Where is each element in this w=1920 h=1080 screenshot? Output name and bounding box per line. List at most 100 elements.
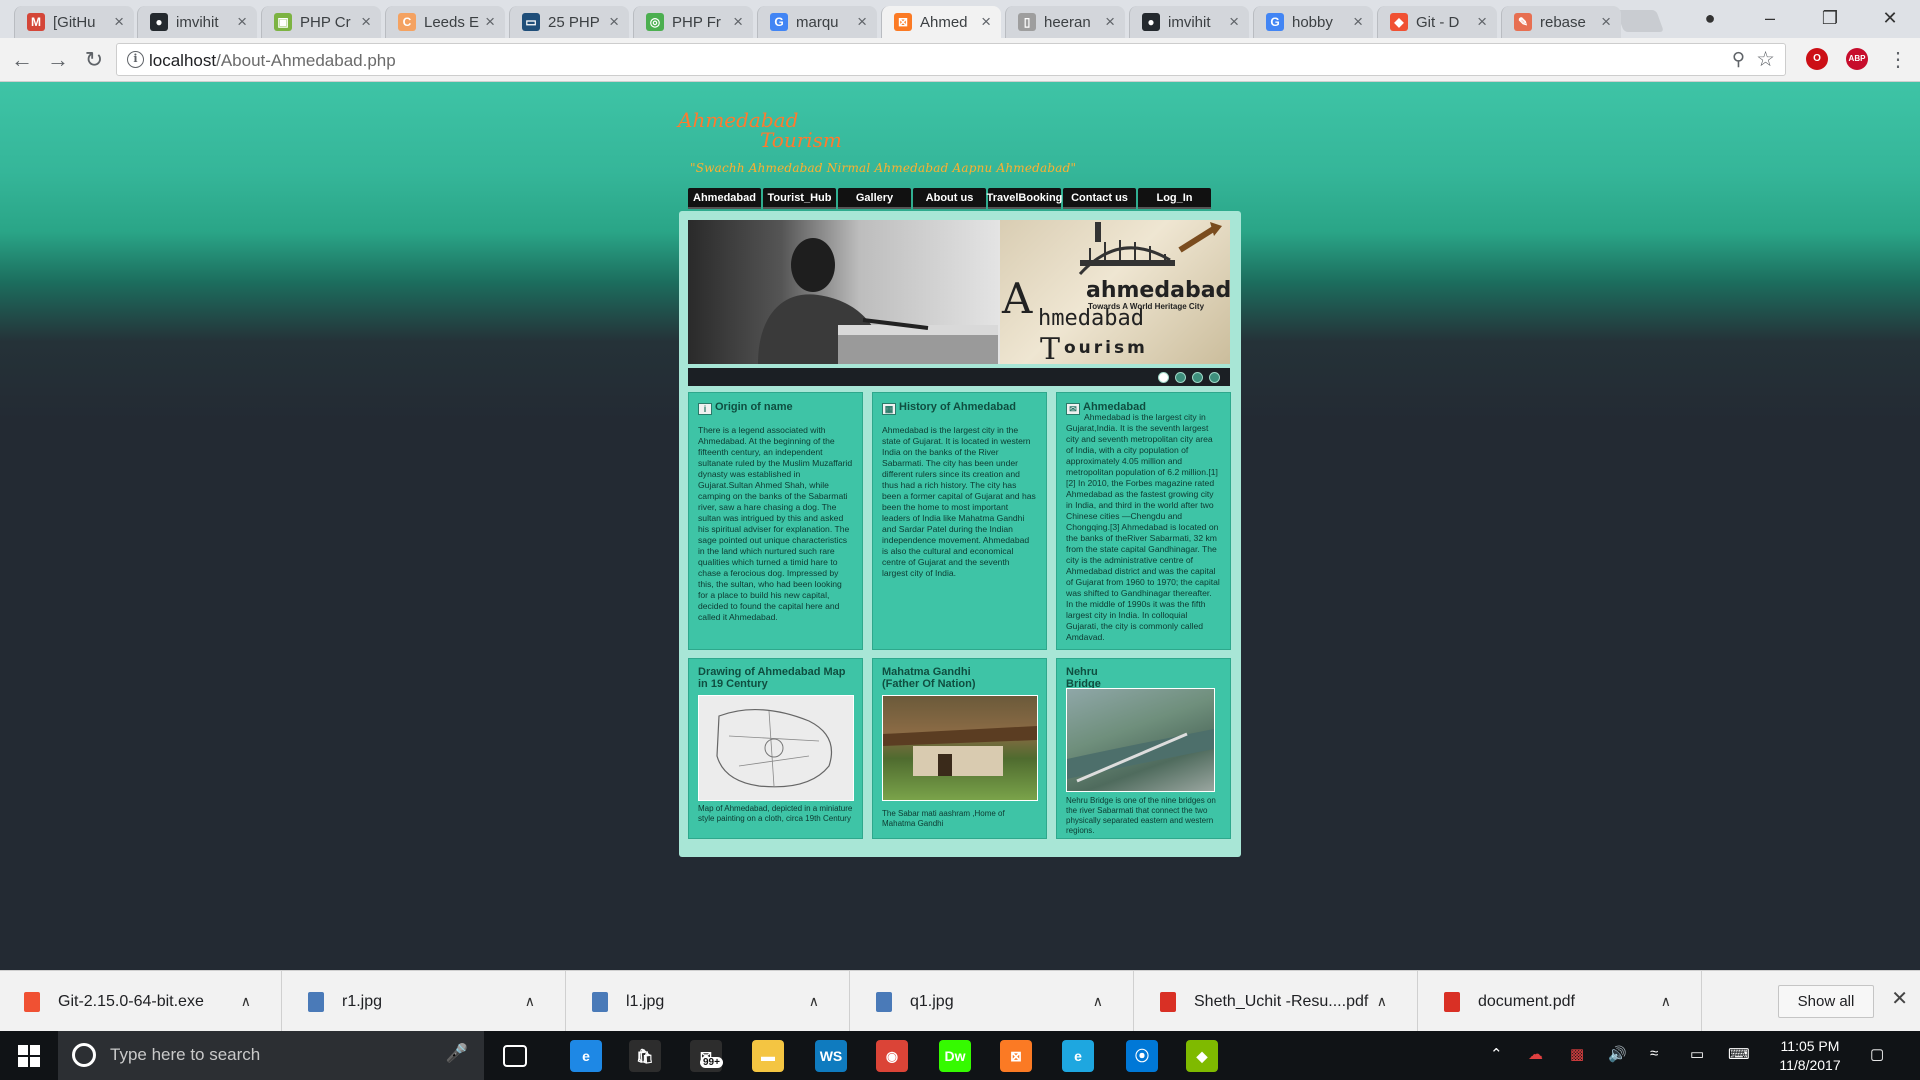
browser-tab[interactable]: ◆ Git - D × [1377, 6, 1497, 38]
download-options-chevron-icon[interactable]: ∧ [1377, 993, 1387, 1010]
nav-about-us[interactable]: About us [913, 188, 986, 209]
webstorm-icon[interactable]: WS [815, 1040, 847, 1072]
tab-close-icon[interactable]: × [733, 12, 743, 32]
volume-icon[interactable]: 🔊 [1608, 1045, 1627, 1063]
tab-close-icon[interactable]: × [485, 12, 495, 32]
image-slider[interactable]: A ahmedabad Towards A World Heritage Cit… [688, 220, 1230, 364]
tab-close-icon[interactable]: × [1601, 12, 1611, 32]
close-downloads-icon[interactable]: ✕ [1891, 986, 1908, 1011]
store-icon[interactable]: 🛍 [629, 1040, 661, 1072]
map-drawing-image[interactable] [698, 695, 854, 801]
download-item[interactable]: r1.jpg ∧ [284, 971, 566, 1032]
chrome-icon[interactable]: ◉ [876, 1040, 908, 1072]
cortana-icon[interactable] [72, 1043, 96, 1067]
browser-tab[interactable]: C Leeds E × [385, 6, 505, 38]
site-info-icon[interactable]: i [127, 51, 144, 68]
download-item[interactable]: Git-2.15.0-64-bit.exe ∧ [0, 971, 282, 1032]
zoom-icon[interactable]: ⚲ [1732, 49, 1745, 70]
forward-button[interactable]: → [44, 47, 72, 73]
gandhi-ashram-image[interactable] [882, 695, 1038, 801]
notifications-icon[interactable]: ▢ [1870, 1045, 1884, 1063]
browser-tab[interactable]: ▭ 25 PHP × [509, 6, 629, 38]
cloud-sync-icon[interactable]: ☁ [1528, 1045, 1543, 1063]
browser-tab[interactable]: ● imvihit × [1129, 6, 1249, 38]
browser-tab[interactable]: ✎ rebase × [1501, 6, 1621, 38]
profile-icon[interactable]: ● [1690, 4, 1730, 32]
tab-close-icon[interactable]: × [1105, 12, 1115, 32]
download-options-chevron-icon[interactable]: ∧ [1093, 993, 1103, 1010]
tab-close-icon[interactable]: × [114, 12, 124, 32]
tab-close-icon[interactable]: × [981, 12, 991, 32]
bookmark-star-icon[interactable]: ☆ [1756, 47, 1775, 72]
browser-tab[interactable]: ⊠ Ahmed × [881, 6, 1001, 38]
tab-close-icon[interactable]: × [1229, 12, 1239, 32]
tab-close-icon[interactable]: × [361, 12, 371, 32]
nav-log-in[interactable]: Log_In [1138, 188, 1211, 209]
microphone-icon[interactable]: 🎤 [446, 1043, 468, 1064]
new-tab-button[interactable] [1615, 10, 1665, 32]
adblock-plus-icon[interactable]: ABP [1846, 48, 1868, 70]
download-options-chevron-icon[interactable]: ∧ [809, 993, 819, 1010]
tray-chevron-icon[interactable]: ⌃ [1490, 1045, 1503, 1063]
taskbar-search-box[interactable]: Type here to search 🎤 [58, 1031, 484, 1080]
battery-icon[interactable]: ▭ [1690, 1045, 1704, 1063]
reload-button[interactable]: ↻ [80, 47, 108, 73]
slider-dot-4[interactable] [1209, 372, 1220, 383]
slider-dot-2[interactable] [1175, 372, 1186, 383]
wifi-icon[interactable]: ≈ [1650, 1045, 1658, 1062]
dreamweaver-icon[interactable]: Dw [939, 1040, 971, 1072]
back-button[interactable]: ← [8, 47, 36, 73]
card-gandhi-ashram: Mahatma Gandhi (Father Of Nation) The Sab… [872, 658, 1047, 839]
url-text[interactable]: localhost/About-Ahmedabad.php [149, 51, 396, 71]
opera-extension-icon[interactable]: O [1806, 48, 1828, 70]
address-bar[interactable]: i localhost/About-Ahmedabad.php ⚲ ☆ [116, 43, 1786, 76]
slider-dot-3[interactable] [1192, 372, 1203, 383]
browser-tab[interactable]: ▣ PHP Cr × [261, 6, 381, 38]
taskbar-clock[interactable]: 11:05 PM 11/8/2017 [1770, 1037, 1850, 1075]
download-options-chevron-icon[interactable]: ∧ [241, 993, 251, 1010]
tab-close-icon[interactable]: × [1477, 12, 1487, 32]
download-item[interactable]: l1.jpg ∧ [568, 971, 850, 1032]
maps-icon[interactable]: ⦿ [1126, 1040, 1158, 1072]
browser-tab[interactable]: Gmarqu × [757, 6, 877, 38]
site-logo-line2[interactable]: Tourism [760, 128, 842, 152]
book-icon: ▦ [882, 403, 896, 415]
browser-tab[interactable]: ● imvihit × [137, 6, 257, 38]
internet-explorer-icon[interactable]: e [1062, 1040, 1094, 1072]
tab-close-icon[interactable]: × [609, 12, 619, 32]
download-item[interactable]: q1.jpg ∧ [852, 971, 1134, 1032]
menu-kebab-icon[interactable]: ⋮ [1884, 47, 1912, 73]
minimize-button[interactable]: – [1750, 4, 1790, 32]
windows-start-icon[interactable] [18, 1045, 40, 1067]
browser-tab[interactable]: Ghobby × [1253, 6, 1373, 38]
browser-tab[interactable]: ▯ heeran × [1005, 6, 1125, 38]
browser-tab[interactable]: M [GitHu × [14, 6, 134, 38]
xampp-icon[interactable]: ⊠ [1000, 1040, 1032, 1072]
show-all-downloads-button[interactable]: Show all [1778, 985, 1874, 1018]
gift-icon[interactable]: ▩ [1570, 1045, 1584, 1063]
tab-close-icon[interactable]: × [237, 12, 247, 32]
tab-close-icon[interactable]: × [1353, 12, 1363, 32]
nav-travel-booking[interactable]: TravelBooking [987, 188, 1062, 209]
file-explorer-icon[interactable]: ▬ [752, 1040, 784, 1072]
close-window-button[interactable]: ✕ [1870, 4, 1910, 32]
slider-dot-1[interactable] [1158, 372, 1169, 383]
keyboard-icon[interactable]: ⌨ [1728, 1045, 1750, 1063]
nav-contact-us[interactable]: Contact us [1063, 188, 1136, 209]
maximize-button[interactable]: ❐ [1810, 4, 1850, 32]
download-filename: Git-2.15.0-64-bit.exe [58, 992, 204, 1010]
browser-tab[interactable]: ◎ PHP Fr × [633, 6, 753, 38]
download-item[interactable]: document.pdf ∧ [1420, 971, 1702, 1032]
github-icon: ● [150, 13, 168, 31]
tab-close-icon[interactable]: × [857, 12, 867, 32]
nav-gallery[interactable]: Gallery [838, 188, 911, 209]
edge-icon[interactable]: e [570, 1040, 602, 1072]
git-gui-icon[interactable]: ◆ [1186, 1040, 1218, 1072]
download-item[interactable]: Sheth_Uchit -Resu....pdf ∧ [1136, 971, 1418, 1032]
task-view-icon[interactable] [503, 1045, 527, 1067]
nav-ahmedabad[interactable]: Ahmedabad [688, 188, 761, 209]
nav-tourist-hub[interactable]: Tourist_Hub [763, 188, 836, 209]
nehru-bridge-image[interactable] [1066, 688, 1215, 792]
download-options-chevron-icon[interactable]: ∧ [1661, 993, 1671, 1010]
download-options-chevron-icon[interactable]: ∧ [525, 993, 535, 1010]
